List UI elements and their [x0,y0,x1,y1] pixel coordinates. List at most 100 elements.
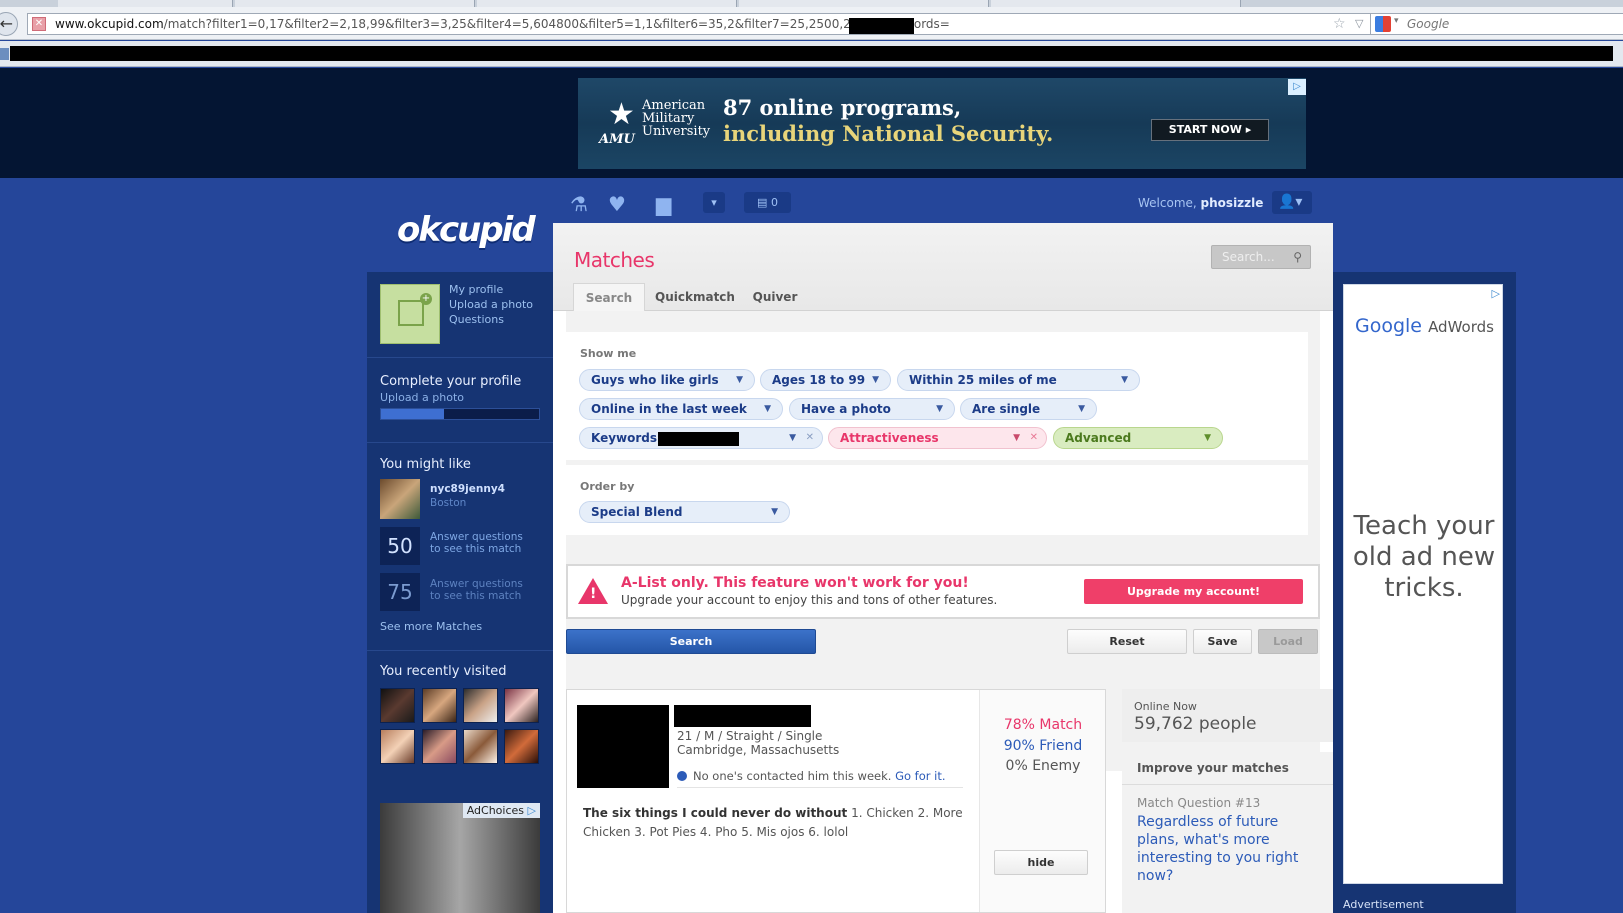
redacted-username[interactable] [674,705,811,727]
visited-user-photo[interactable] [463,729,498,764]
chevron-down-icon: ▼ [736,375,743,385]
questions-link[interactable]: Questions [449,313,504,326]
search-input[interactable]: Search... ⚲ [1211,245,1311,269]
might-like-title: You might like [380,457,471,472]
url-bar[interactable]: ✕ www.okcupid.com/match?filter1=0,17&fil… [27,13,1382,35]
question-link[interactable]: Regardless of future plans, what's more … [1137,813,1322,885]
advanced-filter[interactable]: Advanced ▼ [1053,427,1223,449]
adchoices-icon[interactable]: ▷ [1492,287,1500,300]
match-location: Cambridge, Massachusetts [677,743,840,757]
banner-ad[interactable]: ★ AMU American Military University 87 on… [578,78,1306,169]
browser-tab[interactable] [991,0,1241,7]
visited-user-photo[interactable] [463,688,498,723]
hide-button[interactable]: hide [994,850,1088,875]
distance-filter[interactable]: Within 25 miles of me ▼ [897,369,1140,391]
user-icon: 👤▾ [1278,194,1303,210]
go-for-it-link[interactable]: Go for it. [895,769,945,783]
save-button[interactable]: Save [1193,629,1252,654]
engine-dropdown-icon[interactable]: ▾ [1394,16,1399,26]
remove-filter-icon[interactable]: ✕ [806,428,814,448]
match-demographics: 21 / M / Straight / Single [677,729,823,743]
adchoices-label[interactable]: AdChoices ▷ [462,803,540,818]
ad-tagline: Teach your old ad new tricks. [1352,511,1496,603]
match-percent: 78% Match [1003,717,1083,733]
more-dropdown[interactable]: ▾ [703,192,725,213]
my-profile-link[interactable]: My profile [449,283,503,296]
locked-match-text[interactable]: Answer questions to see this match [430,531,523,555]
progress-fill [381,409,445,419]
flask-icon[interactable]: ⚗ [570,192,588,216]
order-by-label: Order by [580,480,635,493]
browser-tab[interactable] [235,0,475,7]
filter-label: Keywords: [591,431,662,445]
browser-search-box[interactable]: ▾ Google [1370,13,1623,35]
user-menu-button[interactable]: 👤▾ [1272,191,1312,214]
visited-user-photo[interactable] [422,729,457,764]
history-dropdown-icon[interactable]: ▽ [1355,17,1363,30]
locked-match-text[interactable]: Answer questions to see this match [430,578,523,602]
suggested-location: Boston [430,497,467,509]
search-icon[interactable]: ⚲ [1293,246,1302,268]
visited-user-photo[interactable] [422,688,457,723]
warning-icon: ! [578,578,608,604]
browser-tab[interactable] [477,0,737,7]
order-by-select[interactable]: Special Blend ▼ [579,501,790,523]
tab-search[interactable]: Search [573,283,645,311]
google-adwords-ad[interactable]: ▷ Google AdWords Teach your old ad new t… [1343,284,1503,884]
tab-quickmatch[interactable]: Quickmatch [650,283,740,311]
improve-matches-box: Improve your matches Match Question #13 … [1122,752,1333,913]
age-filter[interactable]: Ages 18 to 99 ▼ [760,369,891,391]
mailbox-button[interactable]: ▤ 0 [744,192,791,213]
load-button[interactable]: Load [1258,629,1318,654]
see-more-matches-link[interactable]: See more Matches [380,620,482,633]
suggested-username[interactable]: nyc89jenny4 [430,483,505,495]
ad-headline: including National Security. [723,121,1054,146]
upgrade-account-button[interactable]: Upgrade my account! [1084,579,1303,604]
chat-icon[interactable]: ▆ [656,192,671,216]
gender-filter[interactable]: Guys who like girls ▼ [579,369,755,391]
visited-user-photo[interactable] [380,688,415,723]
status-filter[interactable]: Are single ▼ [960,398,1097,420]
online-now-box: Online Now 59,762 people [1122,689,1333,742]
photo-filter[interactable]: Have a photo ▼ [789,398,955,420]
username[interactable]: phosizzle [1201,196,1264,210]
adwords-logo: Google AdWords [1355,315,1494,337]
browser-tab[interactable] [58,0,233,7]
adchoices-icon[interactable]: ▷ [1288,79,1306,95]
reset-button[interactable]: Reset [1067,629,1187,654]
chevron-down-icon: ▼ [936,404,943,414]
ad-cta-button[interactable]: START NOW ▸ [1151,119,1269,141]
redacted-block [10,46,1613,61]
match-essay: The six things I could never do without … [583,804,963,842]
complete-profile-link[interactable]: Upload a photo [380,391,464,404]
upload-photo-link[interactable]: Upload a photo [449,298,533,311]
match-photo[interactable] [577,705,669,788]
bookmark-star-icon[interactable]: ☆ [1333,16,1346,32]
browser-tab[interactable] [739,0,989,7]
upload-photo-placeholder[interactable]: + [380,284,440,344]
sidebar-ad[interactable]: AdChoices ▷ [380,803,540,913]
bookmark-icon[interactable] [0,48,9,60]
locked-match-score[interactable]: 75 [380,573,420,611]
locked-match-score[interactable]: 50 [380,527,420,565]
essay-prompt: The six things I could never do without [583,806,848,820]
suggested-user-photo[interactable] [380,479,420,519]
keywords-filter[interactable]: Keywords: ▼ ✕ [579,427,823,449]
heart-icon[interactable]: ♥ [608,192,626,216]
search-button[interactable]: Search [566,629,816,654]
okcupid-logo[interactable]: okcupid [397,210,536,250]
tab-quiver[interactable]: Quiver [745,283,805,311]
chevron-down-icon: ▼ [872,375,879,385]
back-arrow-icon[interactable]: ← [0,12,18,36]
visited-user-photo[interactable] [380,729,415,764]
visited-user-photo[interactable] [504,688,539,723]
remove-filter-icon[interactable]: ✕ [1030,428,1038,448]
match-result-card: 21 / M / Straight / Single Cambridge, Ma… [566,689,1106,913]
url-path: /match?filter1=0,17&filter2=2,18,99&filt… [163,17,950,31]
friend-percent: 90% Friend [1003,738,1083,754]
attractiveness-filter[interactable]: Attractiveness ▼ ✕ [828,427,1047,449]
match-scores: 78% Match 90% Friend 0% Enemy hide [979,690,1105,912]
online-filter[interactable]: Online in the last week ▼ [579,398,783,420]
visited-user-photo[interactable] [504,729,539,764]
adwords-product: AdWords [1428,318,1494,336]
